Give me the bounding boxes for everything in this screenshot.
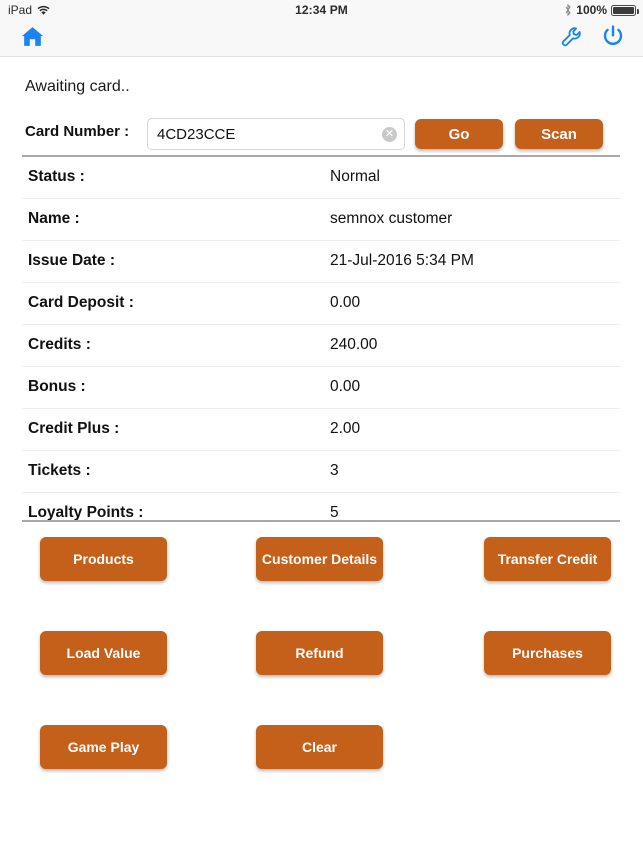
battery-full-icon — [611, 4, 639, 16]
detail-label: Bonus : — [28, 378, 86, 395]
card-number-input[interactable] — [157, 119, 375, 149]
detail-value: 240.00 — [330, 336, 378, 353]
detail-label: Name : — [28, 210, 80, 227]
settings-button[interactable] — [553, 20, 589, 57]
battery-percent-label: 100% — [576, 3, 607, 17]
table-row: Card Deposit : 0.00 — [22, 283, 620, 325]
power-icon — [601, 24, 625, 53]
detail-label: Issue Date : — [28, 252, 116, 269]
detail-label: Status : — [28, 168, 85, 185]
action-button-grid: Products Customer Details Transfer Credi… — [0, 522, 643, 782]
detail-label: Credit Plus : — [28, 420, 120, 437]
refund-button[interactable]: Refund — [256, 631, 383, 675]
clear-button[interactable]: Clear — [256, 725, 383, 769]
detail-value: 3 — [330, 462, 339, 479]
detail-value: 21-Jul-2016 5:34 PM — [330, 252, 474, 269]
home-button[interactable] — [12, 20, 52, 57]
customer-details-button[interactable]: Customer Details — [256, 537, 383, 581]
detail-value: Normal — [330, 168, 380, 185]
awaiting-status-label: Awaiting card.. — [25, 78, 130, 95]
detail-label: Tickets : — [28, 462, 91, 479]
ios-status-bar: iPad 12:34 PM 100% — [0, 0, 643, 20]
status-bar-right: 100% — [564, 3, 639, 17]
table-row: Credits : 240.00 — [22, 325, 620, 367]
table-row: Issue Date : 21-Jul-2016 5:34 PM — [22, 241, 620, 283]
detail-label: Card Deposit : — [28, 294, 134, 311]
transfer-credit-button[interactable]: Transfer Credit — [484, 537, 611, 581]
products-button[interactable]: Products — [40, 537, 167, 581]
card-number-label: Card Number : — [25, 123, 130, 140]
card-details-table[interactable]: Status : Normal Name : semnox customer I… — [22, 155, 620, 522]
table-row: Loyalty Points : 5 — [22, 493, 620, 521]
home-icon — [20, 24, 45, 54]
wrench-icon — [560, 25, 583, 53]
app-toolbar — [0, 20, 643, 57]
table-row: Bonus : 0.00 — [22, 367, 620, 409]
game-play-button[interactable]: Game Play — [40, 725, 167, 769]
app-screen: iPad 12:34 PM 100% Awaiting card.. Card … — [0, 0, 643, 857]
table-row: Credit Plus : 2.00 — [22, 409, 620, 451]
go-button[interactable]: Go — [415, 119, 503, 149]
bluetooth-icon — [564, 3, 572, 17]
table-row: Name : semnox customer — [22, 199, 620, 241]
table-row: Tickets : 3 — [22, 451, 620, 493]
table-row: Status : Normal — [22, 157, 620, 199]
detail-value: 0.00 — [330, 294, 361, 311]
card-details-table-body: Status : Normal Name : semnox customer I… — [22, 157, 620, 521]
detail-value: 2.00 — [330, 420, 361, 437]
clear-circle-icon[interactable]: ✕ — [382, 127, 397, 142]
detail-label: Loyalty Points : — [28, 504, 144, 521]
detail-label: Credits : — [28, 336, 91, 353]
load-value-button[interactable]: Load Value — [40, 631, 167, 675]
detail-value: 0.00 — [330, 378, 361, 395]
purchases-button[interactable]: Purchases — [484, 631, 611, 675]
scan-button[interactable]: Scan — [515, 119, 603, 149]
power-button[interactable] — [595, 20, 631, 57]
detail-value: semnox customer — [330, 210, 453, 227]
card-number-field[interactable]: ✕ — [147, 118, 405, 150]
detail-value: 5 — [330, 504, 339, 521]
clock-label: 12:34 PM — [295, 3, 348, 17]
